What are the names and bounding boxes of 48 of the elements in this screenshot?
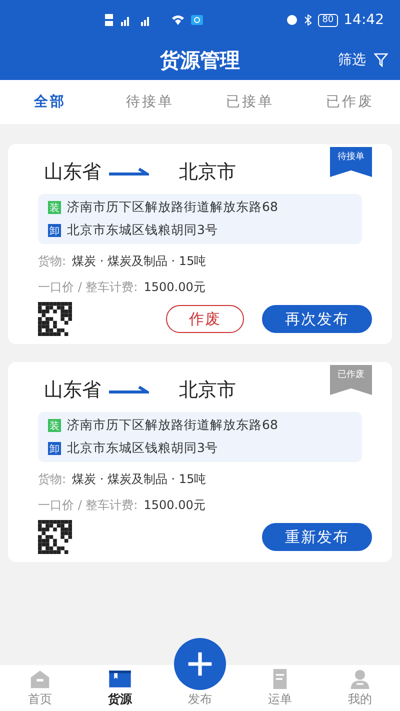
page-title: 货源管理 bbox=[160, 46, 240, 74]
cargo-label: 货物: bbox=[38, 471, 66, 488]
house-icon bbox=[28, 669, 52, 689]
price-label: 一口价 / 整车计费: bbox=[38, 279, 138, 296]
unload-tag: 卸 bbox=[48, 224, 61, 237]
load-tag: 装 bbox=[48, 419, 61, 432]
plus-icon[interactable] bbox=[174, 638, 226, 690]
publish-button[interactable]: 重新发布 bbox=[262, 523, 372, 551]
load-address: 济南市历下区解放路街道解放东路68 bbox=[67, 417, 278, 434]
nav-item[interactable]: 运单 bbox=[240, 665, 320, 711]
void-button[interactable]: 作废 bbox=[166, 305, 244, 333]
load-tag: 装 bbox=[48, 201, 61, 214]
nav-item[interactable]: 首页 bbox=[0, 665, 80, 711]
price-value: 1500.00元 bbox=[144, 497, 206, 514]
unload-address: 北京市东城区钱粮胡同3号 bbox=[67, 222, 218, 239]
person-icon bbox=[348, 669, 372, 689]
clock-time: 14:42 bbox=[344, 12, 384, 28]
bluetooth-icon bbox=[304, 14, 312, 26]
wifi-icon bbox=[171, 14, 185, 26]
origin-province: 山东省 bbox=[44, 160, 101, 185]
cargo-label: 货物: bbox=[38, 253, 66, 270]
cargo-value: 煤炭 · 煤炭及制品 · 15吨 bbox=[72, 471, 206, 488]
publish-button[interactable]: 再次发布 bbox=[262, 305, 372, 333]
qr-code-icon bbox=[38, 520, 72, 554]
unload-tag: 卸 bbox=[48, 442, 61, 455]
nav-item[interactable]: 货源 bbox=[80, 665, 160, 711]
price-label: 一口价 / 整车计费: bbox=[38, 497, 138, 514]
destination-city: 北京市 bbox=[179, 378, 236, 403]
cargo-value: 煤炭 · 煤炭及制品 · 15吨 bbox=[72, 253, 206, 270]
filter-icon[interactable] bbox=[374, 53, 388, 67]
status-ribbon: 待接单 bbox=[330, 147, 372, 177]
origin-province: 山东省 bbox=[44, 378, 101, 403]
battery-level: 80 bbox=[318, 14, 338, 26]
tab[interactable]: 待接单 bbox=[100, 80, 200, 124]
price-value: 1500.00元 bbox=[144, 279, 206, 296]
load-address: 济南市历下区解放路街道解放东路68 bbox=[67, 199, 278, 216]
tab[interactable]: 已作废 bbox=[300, 80, 400, 124]
nav-item[interactable]: 我的 bbox=[320, 665, 400, 711]
unload-address: 北京市东城区钱粮胡同3号 bbox=[67, 440, 218, 457]
app-notification-icon bbox=[191, 15, 203, 25]
tab[interactable]: 已接单 bbox=[200, 80, 300, 124]
qr-code-icon bbox=[38, 302, 72, 336]
status-ribbon: 已作废 bbox=[330, 365, 372, 395]
filter-link[interactable]: 筛选 bbox=[338, 51, 366, 69]
tab[interactable]: 全部 bbox=[0, 80, 100, 124]
destination-city: 北京市 bbox=[179, 160, 236, 185]
box-icon bbox=[108, 669, 132, 689]
nav-item[interactable]: 发布 bbox=[160, 631, 240, 711]
